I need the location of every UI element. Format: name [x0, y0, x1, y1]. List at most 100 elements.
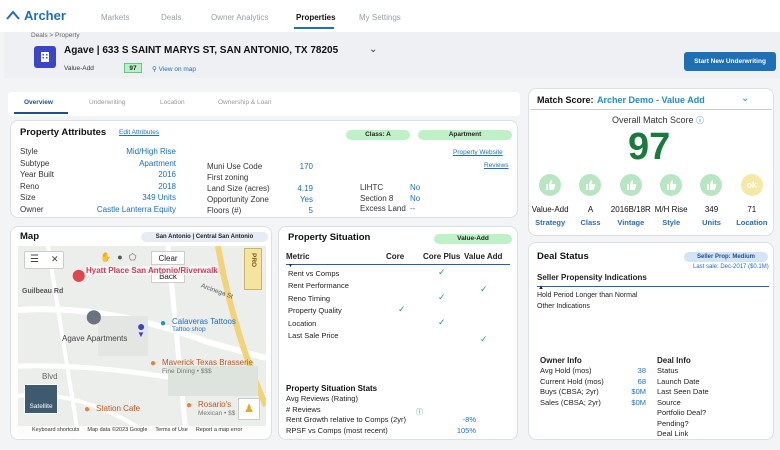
info-icon[interactable]: ⓘ [416, 407, 423, 417]
map-label-calaveras[interactable]: Calaveras Tattoos [172, 317, 236, 326]
attribute-value: Apartment [139, 158, 176, 168]
owner-row: Avg Hold (mos) 38 [540, 366, 646, 377]
situation-col-header[interactable]: Metric [286, 252, 310, 261]
thumbs-up-icon [539, 174, 562, 196]
rosario-pin-icon[interactable]: ● [186, 400, 192, 411]
app-name: Archer [24, 8, 66, 23]
attribute-row: Size 349 Units [20, 193, 176, 205]
overall-match-label: Overall Match Score [612, 115, 694, 125]
attribute-value: -- [410, 204, 416, 213]
map-label-maverick[interactable]: Maverick Texas Brasserie [162, 358, 253, 367]
owner-row: Buys (CBSA; 2yr) $0M [540, 387, 646, 398]
nav-my-settings[interactable]: My Settings [359, 13, 401, 22]
shop-pin-icon[interactable]: ● [160, 318, 166, 329]
map-label-agave[interactable]: Agave Apartments [62, 334, 127, 343]
map-clear-button[interactable]: Clear [151, 251, 185, 265]
polygon-icon[interactable]: ⬠ [129, 252, 137, 263]
nav-deals[interactable]: Deals [161, 13, 181, 22]
match-item: M/H Rise Style [651, 174, 691, 232]
map-label-station[interactable]: Station Cafe [96, 404, 140, 413]
deal-status-title: Deal Status [537, 251, 589, 262]
info-icon[interactable]: ⓘ [696, 115, 704, 126]
submarket-pill: San Antonio | Central San Antonio [141, 232, 268, 242]
circle-icon[interactable]: ● [117, 252, 122, 263]
pro-badge: PRO [244, 248, 262, 290]
map-label-rosario[interactable]: Rosario's [198, 400, 231, 409]
attribute-label: Reno [20, 181, 40, 191]
attribute-label: Style [20, 147, 38, 156]
type-pill: Apartment [418, 130, 512, 140]
attribute-value: 2016 [158, 170, 176, 180]
situation-col-header[interactable]: Value Add [464, 252, 502, 261]
attribute-label: Subtype [20, 158, 50, 168]
attribute-row: Floors (#) 5 [207, 206, 313, 217]
tab-underwriting[interactable]: Underwriting [89, 99, 126, 106]
cafe-pin-icon[interactable]: ● [84, 404, 90, 415]
attribute-label: Size [20, 193, 36, 203]
nav-owner-analytics[interactable]: Owner Analytics [211, 13, 268, 22]
satellite-toggle[interactable]: Satellite [24, 384, 58, 414]
nav-properties[interactable]: Properties [296, 13, 336, 22]
agave-location-icon[interactable]: ⬤ [86, 308, 102, 325]
view-on-map-link[interactable]: ⚲ View on map [152, 65, 196, 73]
situation-header-row: Metric Core Core Plus Value Add [286, 250, 512, 264]
attribute-value: 170 [299, 162, 313, 171]
property-website-link[interactable]: Property Website [453, 149, 503, 156]
nav-markets[interactable]: Markets [101, 13, 129, 22]
match-profile-select[interactable]: Archer Demo - Value Add [597, 95, 705, 105]
attribute-label: Excess Land [360, 204, 406, 213]
restaurant-pin-icon[interactable]: ● [150, 358, 156, 369]
stat-value: 105% [456, 425, 476, 435]
map-menu-control[interactable]: ☰ ✕ [24, 251, 64, 269]
attribute-row: Reno 2018 [20, 182, 176, 194]
map-label-hyatt[interactable]: Hyatt Place San Antonio/Riverwalk [86, 266, 218, 275]
pegman-icon[interactable]: ♟ [238, 398, 260, 420]
situation-metric: Location [288, 318, 317, 328]
reviews-link[interactable]: Reviews [484, 162, 509, 169]
breadcrumb[interactable]: Deals > Property [31, 32, 80, 39]
attribute-label: First zoning [207, 173, 249, 182]
indicators-divider [537, 286, 769, 287]
attribute-label: LIHTC [360, 183, 384, 192]
situation-pill: Value-Add [434, 234, 512, 244]
attribute-row: LIHTC No [360, 183, 422, 194]
start-underwriting-button[interactable]: Start New Underwriting [684, 52, 776, 71]
situation-col-header[interactable]: Core [386, 252, 404, 261]
situation-row: Property Quality ✓ [286, 304, 512, 317]
hotel-pin-icon[interactable]: ⬤ [72, 268, 85, 282]
tab-overview[interactable]: Overview [24, 99, 53, 106]
close-icon[interactable]: ✕ [51, 254, 59, 265]
attribute-row: First zoning [207, 173, 313, 184]
situation-metric: Rent vs Comps [288, 269, 340, 278]
match-item: 349 Units [691, 174, 731, 232]
edit-attributes-link[interactable]: Edit Attributes [119, 129, 159, 136]
situation-metric: Reno Timing [288, 293, 331, 303]
situation-col-header[interactable]: Core Plus [423, 252, 460, 261]
chevron-down-icon[interactable]: ⌄ [741, 93, 749, 104]
map-label-fine-dining: Fine Dining • $$$ [162, 368, 212, 375]
check-icon: ✓ [438, 316, 446, 327]
terms-link[interactable]: Terms of Use [155, 426, 187, 434]
situation-header-divider [286, 264, 510, 265]
situation-metric: Rent Performance [288, 281, 349, 291]
keyboard-shortcuts-link[interactable]: Keyboard shortcuts [32, 426, 79, 434]
match-caption: Units [702, 218, 721, 227]
app-logo[interactable]: Archer [6, 8, 66, 23]
map-label-blvd: Blvd [42, 372, 58, 381]
tab-location[interactable]: Location [160, 99, 185, 106]
chevron-down-icon[interactable]: ⌄ [369, 44, 377, 55]
report-error-link[interactable]: Report a map error [196, 426, 242, 434]
attribute-label: Muni Use Code [207, 162, 263, 171]
match-value: 71 [747, 205, 757, 214]
seller-prop-pill: Seller Prop: Medium [684, 252, 768, 262]
match-value: 2016B/18R [610, 205, 651, 214]
tab-ownership-loan[interactable]: Ownership & Loan [218, 99, 271, 106]
map-footer: Keyboard shortcuts Map data ©2023 Google… [18, 426, 266, 434]
archer-logo-icon [6, 9, 20, 20]
hand-icon[interactable]: ✋ [100, 252, 111, 263]
attributes-left: Style Mid/High Rise Subtype Apartment Year B… [20, 147, 176, 217]
situation-row: Rent Performance ✓ [286, 280, 512, 294]
deal-info-title: Deal Info [657, 356, 691, 365]
attribute-row: Opportunity Zone Yes [207, 195, 313, 206]
match-value: M/H Rise [654, 205, 688, 214]
